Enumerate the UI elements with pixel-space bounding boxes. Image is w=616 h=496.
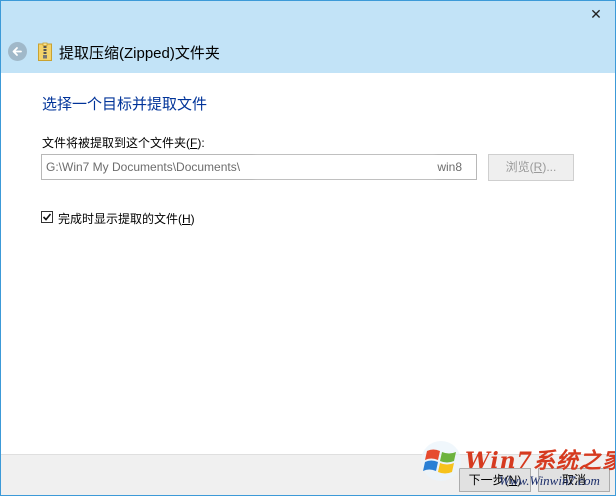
dialog-title: 提取压缩(Zipped)文件夹	[59, 45, 220, 62]
destination-path-input[interactable]: G:\Win7 My Documents\Documents\ win8	[41, 154, 477, 180]
wizard-header: 提取压缩(Zipped)文件夹	[1, 31, 615, 73]
show-files-text: 完成时显示提取的文件(	[58, 212, 182, 226]
destination-label: 文件将被提取到这个文件夹(F):	[42, 134, 205, 151]
title-bar[interactable]: ✕	[1, 1, 615, 31]
back-button[interactable]	[8, 42, 27, 61]
path-value-start: G:\Win7 My Documents\Documents\	[46, 160, 241, 174]
checkmark-icon	[42, 213, 52, 221]
show-files-checkbox[interactable]	[41, 211, 53, 223]
destination-label-text: 文件将被提取到这个文件夹(	[42, 136, 190, 150]
browse-label: 浏览(	[505, 160, 534, 174]
path-redaction	[256, 159, 434, 175]
next-button[interactable]: 下一步(N)	[459, 468, 531, 492]
close-button[interactable]: ✕	[585, 5, 607, 23]
dialog-footer: 下一步(N) 取消	[1, 454, 615, 495]
browse-label-suffix: )...	[542, 160, 557, 174]
back-arrow-icon	[12, 47, 22, 56]
cancel-button[interactable]: 取消	[538, 468, 610, 492]
destination-label-suffix: ):	[197, 136, 205, 150]
show-files-suffix: )	[190, 212, 195, 226]
show-files-accesskey: H	[182, 212, 191, 226]
extract-dialog: ✕ 提取压缩(Zipped)文件夹 选择一个目标并提取文件 文件将被提取到这个文…	[0, 0, 616, 496]
path-value-end: win8	[437, 160, 462, 174]
show-files-label[interactable]: 完成时显示提取的文件(H)	[58, 210, 195, 227]
browse-button[interactable]: 浏览(R)...	[488, 154, 574, 181]
close-icon: ✕	[590, 6, 602, 22]
zip-folder-icon	[38, 42, 52, 61]
next-label: 下一步(	[468, 473, 509, 487]
next-label-suffix: )	[517, 473, 522, 487]
page-heading: 选择一个目标并提取文件	[42, 96, 208, 113]
